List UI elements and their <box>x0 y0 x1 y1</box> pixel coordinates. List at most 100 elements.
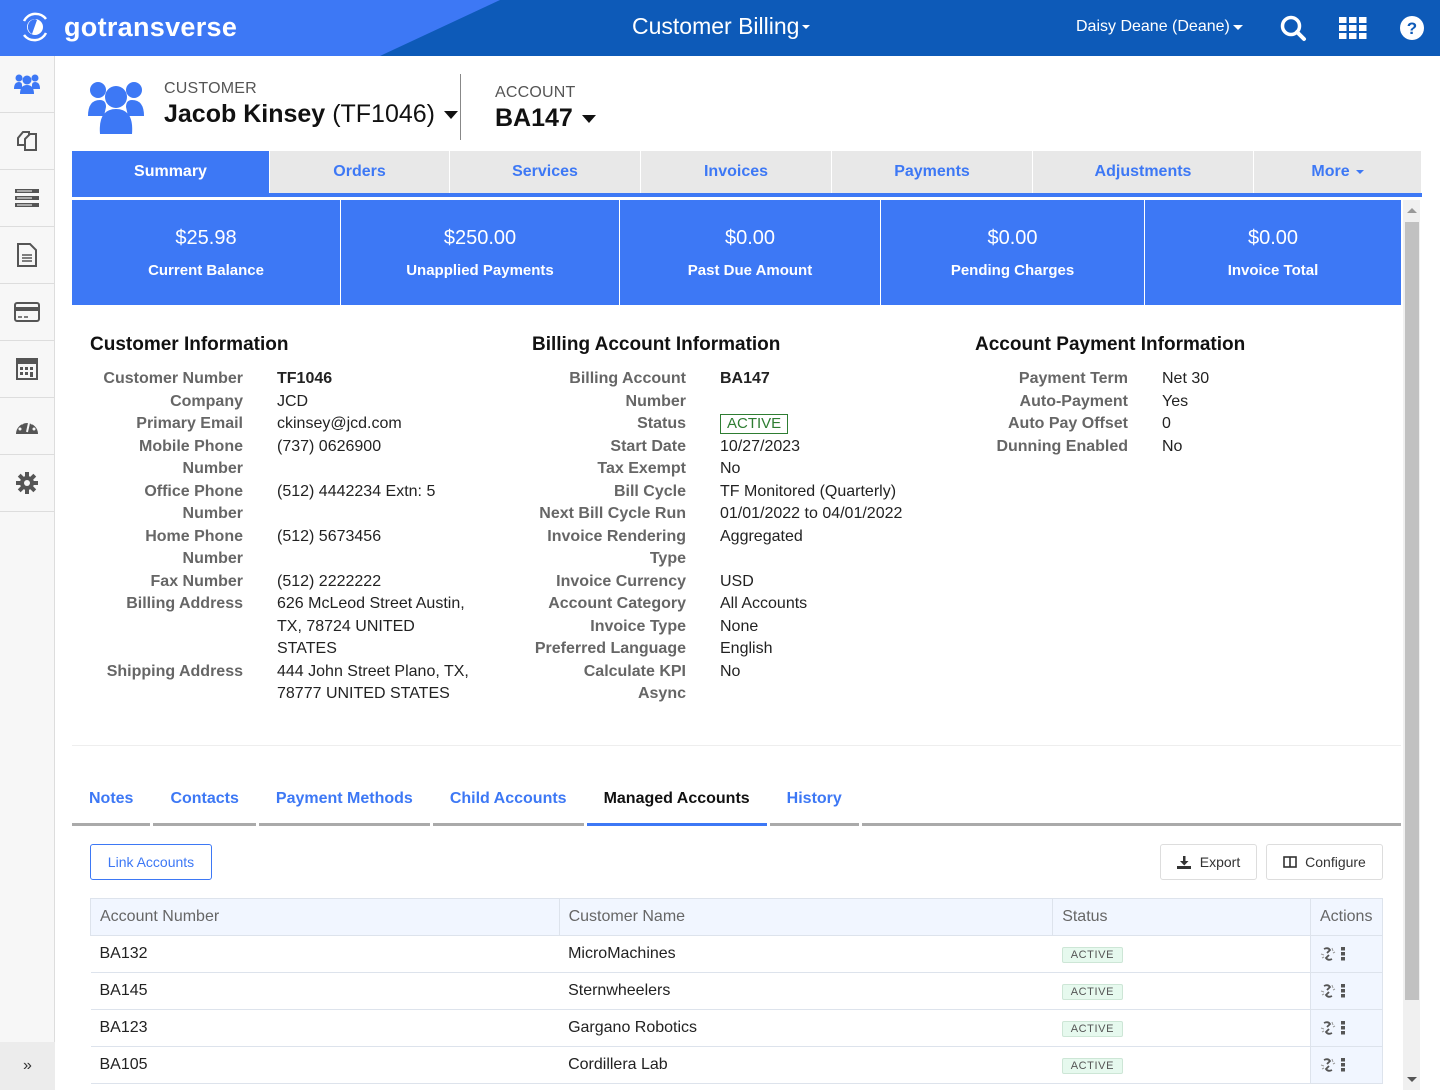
customer-info-row-fax-number: Fax Number (512) 2222222 <box>90 571 477 594</box>
status-badge: ACTIVE <box>1061 947 1124 963</box>
more-vertical-icon[interactable] <box>1340 983 1346 998</box>
field-label: Home Phone Number <box>145 527 243 568</box>
table-row[interactable]: BA145 Sternwheelers ACTIVE <box>90 972 1384 1010</box>
user-menu[interactable]: Daisy Deane (Deane) <box>1076 18 1243 36</box>
app-switcher[interactable]: Customer Billing <box>632 13 811 40</box>
logo-icon <box>22 12 48 42</box>
field-label: Billing Account Number <box>569 370 686 410</box>
sidebar-item-customers[interactable] <box>0 56 54 113</box>
kpi-value: $0.00 <box>724 226 776 249</box>
svg-text:?: ? <box>1407 19 1417 38</box>
kpi-unapplied-payments: $250.00 Unapplied Payments <box>341 200 620 305</box>
sidebar-item-settings[interactable] <box>0 455 54 512</box>
customer-info-row-mobile-phone-number: Mobile Phone Number (737) 0626900 <box>90 436 477 481</box>
unlink-icon[interactable] <box>1320 1020 1336 1036</box>
billing-info-row-status: Status ACTIVE <box>532 413 920 436</box>
more-vertical-icon[interactable] <box>1340 946 1346 961</box>
customer-label: CUSTOMER <box>164 80 257 97</box>
credit-card-icon <box>14 302 40 322</box>
subtab-history[interactable]: History <box>769 786 859 826</box>
link-accounts-button[interactable]: Link Accounts <box>90 844 212 880</box>
table-row[interactable]: BA105 Cordillera Lab ACTIVE <box>90 1046 1384 1084</box>
billing-info-row-start-date: Start Date 10/27/2023 <box>532 436 920 459</box>
table-row[interactable]: BA123 Gargano Robotics ACTIVE <box>90 1009 1384 1047</box>
kpi-label: Current Balance <box>148 261 264 279</box>
help-icon[interactable]: ? <box>1398 14 1426 42</box>
tab-services[interactable]: Services <box>450 151 641 193</box>
field-label: Status <box>637 415 686 432</box>
tab-more-label: More <box>1311 163 1350 180</box>
more-vertical-icon[interactable] <box>1340 1057 1346 1072</box>
account-header: ACCOUNT BA147 <box>495 84 596 133</box>
tab-summary[interactable]: Summary <box>72 151 270 193</box>
billing-info-row-invoice-currency: Invoice Currency USD <box>532 571 920 594</box>
kpi-label: Invoice Total <box>1227 261 1319 279</box>
field-value: USD <box>720 572 754 590</box>
field-label: Start Date <box>610 437 686 455</box>
field-value: None <box>720 617 759 635</box>
scrollbar-thumb[interactable] <box>1405 222 1419 1000</box>
field-label: Dunning Enabled <box>996 437 1128 455</box>
subtab-payment-methods[interactable]: Payment Methods <box>258 786 430 826</box>
scroll-up-icon[interactable] <box>1407 208 1417 213</box>
field-label: Invoice Rendering Type <box>547 527 686 568</box>
account-selector[interactable]: BA147 <box>495 104 596 133</box>
column-header-actions: Actions <box>1309 898 1384 936</box>
field-value: (512) 4442234 Extn: 5 <box>277 482 436 500</box>
configure-button[interactable]: Configure <box>1266 844 1383 880</box>
tab-orders[interactable]: Orders <box>270 151 450 193</box>
field-label: Billing Address <box>126 595 243 612</box>
subtab-child-accounts[interactable]: Child Accounts <box>432 786 584 826</box>
scroll-down-icon[interactable] <box>1407 1077 1417 1082</box>
sidebar-item-calculator[interactable] <box>0 341 54 398</box>
tab-adjustments[interactable]: Adjustments <box>1033 151 1254 193</box>
export-label: Export <box>1199 854 1241 870</box>
field-value: No <box>720 460 741 477</box>
table-header-row: Account Number Customer Name Status Acti… <box>90 898 1384 936</box>
sidebar-item-services[interactable] <box>0 170 54 227</box>
column-header-status[interactable]: Status <box>1052 898 1311 936</box>
actions-cell <box>1309 1009 1384 1047</box>
account-number-cell[interactable]: BA123 <box>90 1009 560 1047</box>
dashboard-gauge-icon <box>16 418 38 434</box>
vertical-scrollbar[interactable] <box>1403 200 1420 1090</box>
account-number-cell[interactable]: BA105 <box>90 1046 560 1084</box>
subtab-notes[interactable]: Notes <box>72 786 151 826</box>
more-vertical-icon[interactable] <box>1340 1020 1346 1035</box>
subtab-contacts[interactable]: Contacts <box>153 786 256 826</box>
customer-selector[interactable]: Jacob Kinsey (TF1046) <box>164 100 458 129</box>
tab-payments[interactable]: Payments <box>832 151 1033 193</box>
column-header-customer-name[interactable]: Customer Name <box>558 898 1054 936</box>
chevron-down-icon <box>802 24 811 29</box>
unlink-icon[interactable] <box>1320 1057 1336 1073</box>
kpi-invoice-total: $0.00 Invoice Total <box>1145 200 1401 305</box>
sidebar-item-dashboard[interactable] <box>0 398 54 455</box>
status-badge: ACTIVE <box>1061 1021 1124 1037</box>
table-row[interactable]: BA132 MicroMachines ACTIVE <box>90 935 1384 973</box>
customer-info-row-primary-email: Primary Email ckinsey@jcd.com <box>90 413 477 436</box>
column-header-account-number[interactable]: Account Number <box>90 898 560 936</box>
sidebar-item-documents[interactable] <box>0 113 54 170</box>
sidebar-item-payments[interactable] <box>0 284 54 341</box>
search-icon[interactable] <box>1279 14 1307 42</box>
kpi-label: Past Due Amount <box>687 261 813 279</box>
sidebar-expand-button[interactable]: » <box>0 1042 55 1090</box>
unlink-icon[interactable] <box>1320 946 1336 962</box>
unlink-icon[interactable] <box>1320 983 1336 999</box>
account-number-cell[interactable]: BA132 <box>90 935 560 973</box>
customer-avatar-icon <box>88 82 144 134</box>
header-divider <box>460 74 461 140</box>
tab-invoices[interactable]: Invoices <box>641 151 832 193</box>
field-value: TF Monitored (Quarterly) <box>720 482 897 500</box>
export-button[interactable]: Export <box>1160 844 1257 880</box>
tab-more[interactable]: More <box>1254 151 1422 193</box>
account-number-cell[interactable]: BA145 <box>90 972 560 1010</box>
apps-grid-icon[interactable] <box>1339 14 1367 42</box>
customer-info-row-shipping-address: Shipping Address 444 John Street Plano, T… <box>90 661 477 706</box>
field-value: (512) 5673456 <box>277 527 382 545</box>
managed-accounts-table: Account Number Customer Name Status Acti… <box>90 898 1384 1084</box>
sidebar-item-invoices[interactable] <box>0 227 54 284</box>
subtab-managed-accounts[interactable]: Managed Accounts <box>586 786 767 826</box>
logo[interactable]: gotransverse <box>18 10 237 44</box>
kpi-label: Pending Charges <box>950 261 1075 279</box>
